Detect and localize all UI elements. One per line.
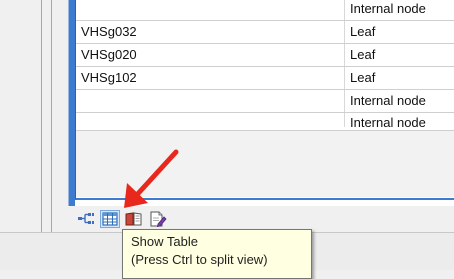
results-table: Internal node VHSg032 Leaf VHSg020 Leaf … bbox=[76, 0, 454, 130]
name-cell: VHSg102 bbox=[81, 70, 137, 85]
column-divider bbox=[344, 44, 345, 66]
tooltip-title: Show Table bbox=[131, 234, 198, 249]
show-table-button[interactable] bbox=[100, 210, 120, 228]
type-cell: Leaf bbox=[350, 24, 376, 39]
table-row[interactable]: Internal node bbox=[76, 90, 454, 113]
column-divider bbox=[344, 21, 345, 43]
name-cell: VHSg032 bbox=[81, 24, 137, 39]
type-cell: Leaf bbox=[350, 47, 376, 62]
column-divider bbox=[344, 90, 345, 112]
tooltip-hint: (Press Ctrl to split view) bbox=[131, 252, 268, 267]
column-divider bbox=[344, 67, 345, 89]
table-row[interactable]: VHSg102 Leaf bbox=[76, 67, 454, 90]
type-cell: Internal node bbox=[350, 93, 426, 108]
table-row[interactable]: Internal node bbox=[76, 113, 454, 130]
type-cell: Internal node bbox=[350, 1, 426, 16]
column-divider bbox=[344, 113, 345, 127]
panel-splitter[interactable] bbox=[52, 0, 68, 232]
left-panel bbox=[0, 0, 52, 270]
tree-view-icon bbox=[78, 213, 94, 224]
show-table-tooltip: Show Table (Press Ctrl to split view) bbox=[122, 229, 312, 279]
table-row[interactable]: VHSg032 Leaf bbox=[76, 21, 454, 44]
type-cell: Leaf bbox=[350, 70, 376, 85]
left-panel-divider bbox=[41, 0, 42, 232]
tree-view-button[interactable] bbox=[76, 210, 96, 228]
table-row[interactable]: VHSg020 Leaf bbox=[76, 44, 454, 67]
type-cell: Internal node bbox=[350, 115, 426, 130]
table-view-icon bbox=[102, 212, 118, 226]
pointer-arrow-annotation bbox=[124, 149, 179, 208]
table-row[interactable]: Internal node bbox=[76, 0, 454, 21]
name-cell: VHSg020 bbox=[81, 47, 137, 62]
column-divider bbox=[344, 0, 345, 20]
